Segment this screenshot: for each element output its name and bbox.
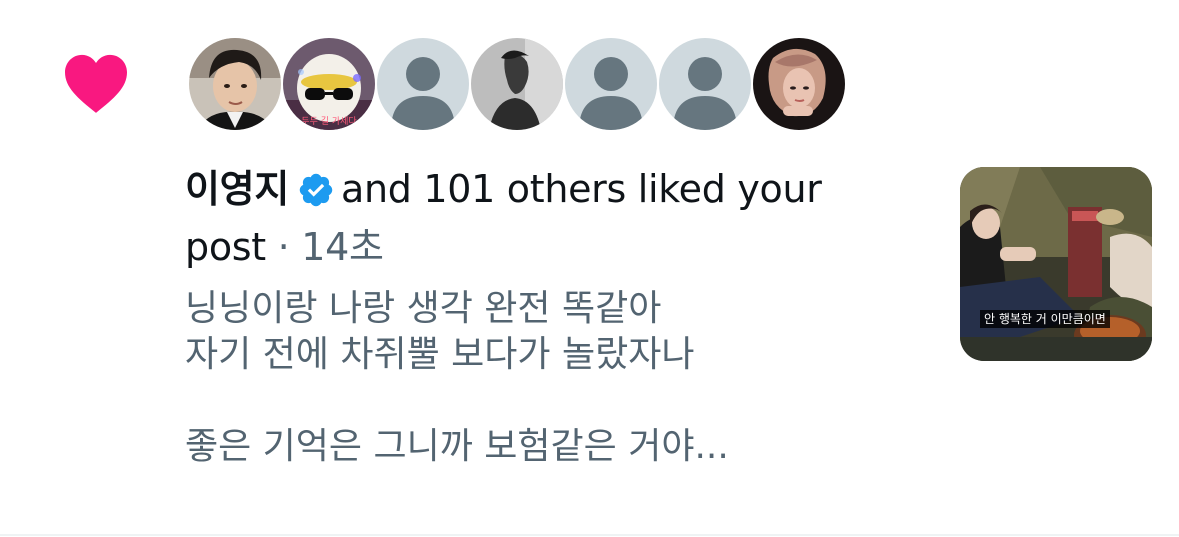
avatar[interactable] [375, 36, 471, 132]
post-line-blank [185, 378, 935, 424]
avatar[interactable] [657, 36, 753, 132]
thumbnail-caption: 안 행복한 거 이만큼이면 [980, 310, 1110, 328]
action-text-continued: post [185, 225, 266, 269]
avatar[interactable] [187, 36, 283, 132]
divider [0, 534, 1179, 536]
heart-icon [65, 54, 127, 113]
action-text: and 101 others liked your [340, 167, 822, 211]
separator: · [277, 225, 290, 269]
username[interactable]: 이영지 [185, 167, 289, 211]
post-line: 좋은 기억은 그니까 보험같은 거야... [185, 426, 729, 467]
avatar[interactable] [563, 36, 659, 132]
default-avatar-icon [659, 38, 751, 130]
liker-avatars: 두두 길 가세다 [187, 36, 847, 132]
default-avatar-icon [565, 38, 657, 130]
post-preview-text[interactable]: 닝닝이랑 나랑 생각 완전 똑같아 자기 전에 차쥐뿔 보다가 놀랐자나 좋은 … [185, 286, 935, 470]
timestamp[interactable]: 14초 [301, 225, 384, 269]
verified-badge-icon [299, 173, 333, 207]
avatar[interactable] [469, 36, 565, 132]
notification-headline: 이영지 and 101 others liked your [185, 160, 935, 218]
avatar[interactable]: 두두 길 가세다 [281, 36, 377, 132]
notification-content: 이영지 and 101 others liked your post · 14초 … [185, 160, 935, 470]
post-thumbnail[interactable]: 안 행복한 거 이만큼이면 [960, 167, 1152, 361]
avatar[interactable] [751, 36, 847, 132]
avatar-caption: 두두 길 가세다 [301, 116, 357, 127]
default-avatar-icon [377, 38, 469, 130]
post-line: 닝닝이랑 나랑 생각 완전 똑같아 [185, 288, 662, 329]
thumbnail-image [960, 167, 1152, 361]
post-line: 자기 전에 차쥐뿔 보다가 놀랐자나 [185, 334, 695, 375]
like-notification[interactable]: 두두 길 가세다 이영지 and 101 others liked your p… [0, 0, 1179, 536]
notification-subline: post · 14초 [185, 218, 935, 276]
